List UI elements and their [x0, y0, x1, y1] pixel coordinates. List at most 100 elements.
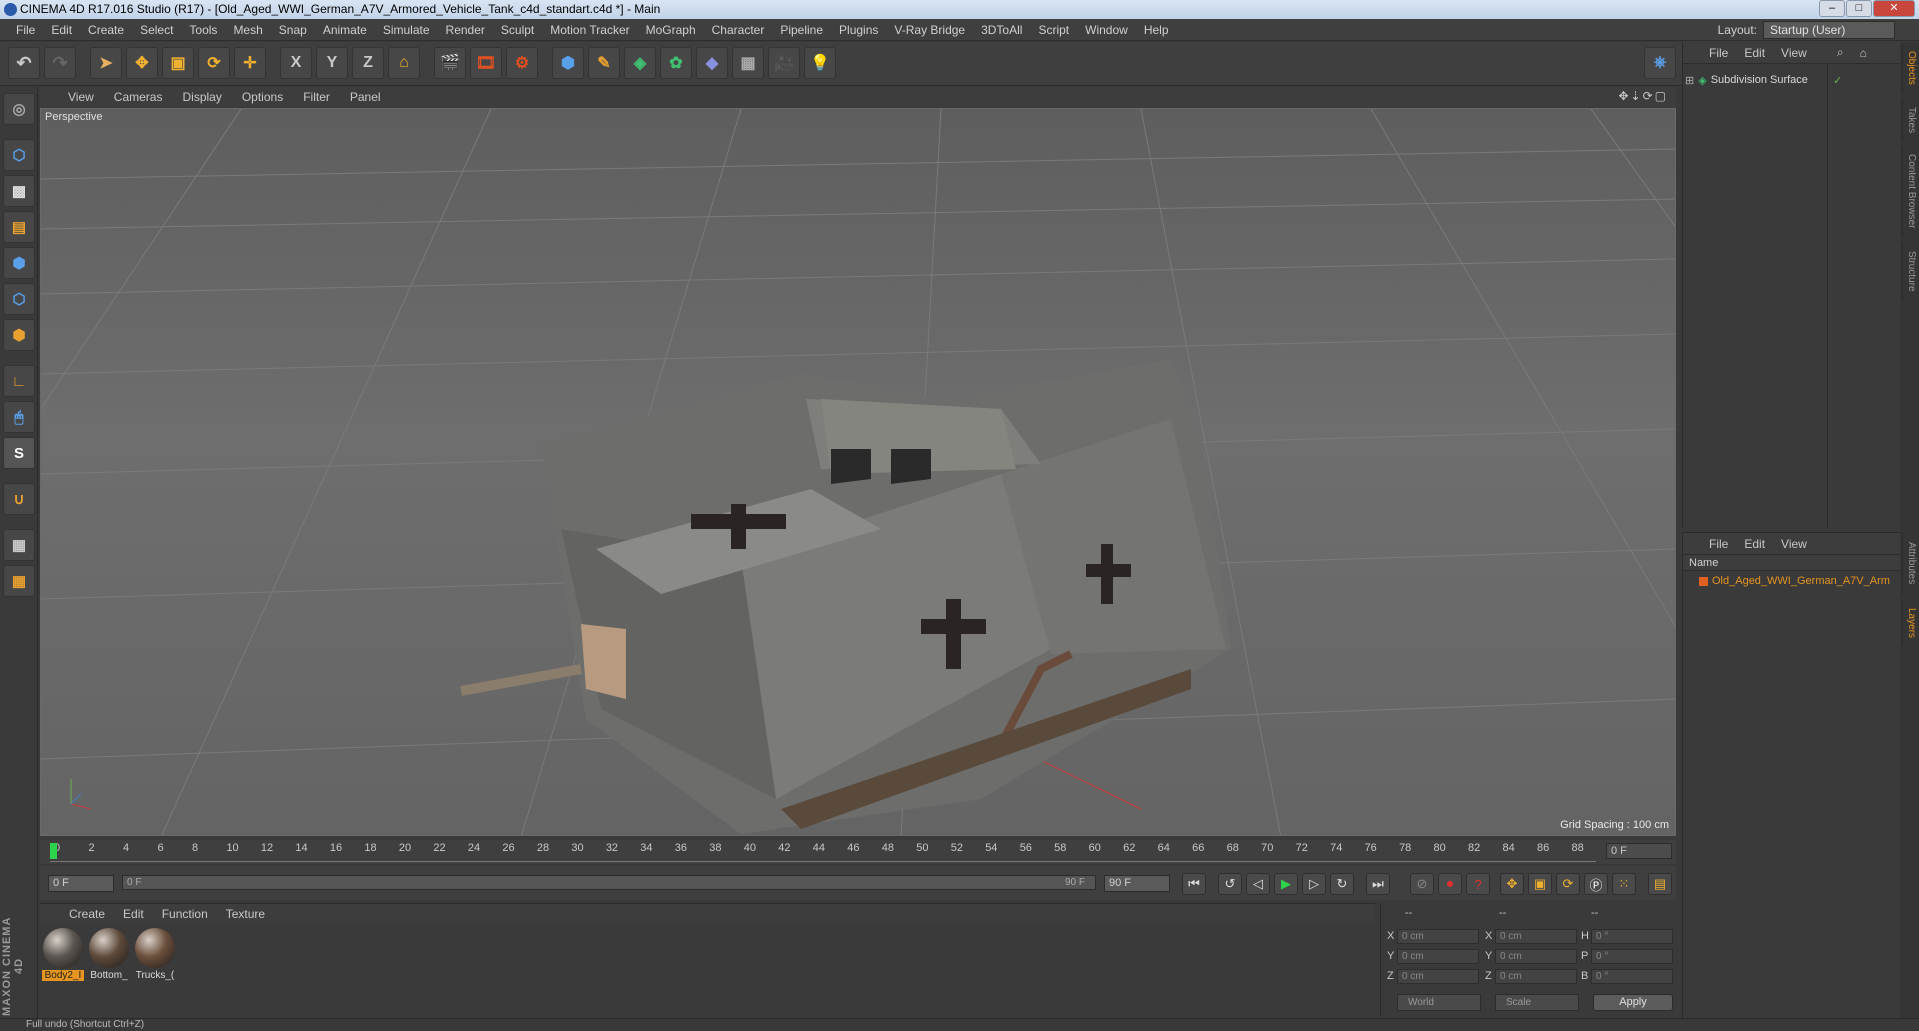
- menu-simulate[interactable]: Simulate: [375, 23, 438, 37]
- coordinate-space-dropdown[interactable]: World: [1397, 994, 1481, 1011]
- tab-layers[interactable]: Layers: [1902, 600, 1917, 646]
- viewport-menu-filter[interactable]: Filter: [293, 90, 340, 104]
- tab-content-browser[interactable]: Content Browser: [1902, 146, 1917, 236]
- material-menu-function[interactable]: Function: [153, 907, 217, 921]
- previous-frame-icon[interactable]: ◁: [1246, 873, 1270, 895]
- rotate-icon[interactable]: ⟳: [198, 47, 230, 79]
- menu-edit[interactable]: Edit: [43, 23, 80, 37]
- start-frame-field[interactable]: 0 F: [48, 875, 114, 892]
- visibility-check-icon[interactable]: ✓: [1833, 74, 1842, 87]
- scale-icon[interactable]: ▣: [162, 47, 194, 79]
- key-position-icon[interactable]: ✥: [1500, 873, 1524, 895]
- timeline-window-icon[interactable]: ▤: [1648, 873, 1672, 895]
- record-active-icon[interactable]: ⏺: [1438, 873, 1462, 895]
- make-editable-icon[interactable]: ◎: [3, 93, 35, 125]
- layout-dropdown[interactable]: Startup (User): [1763, 21, 1895, 39]
- camera-icon[interactable]: 🎥: [768, 47, 800, 79]
- material-swatch[interactable]: Body2_I: [42, 928, 84, 988]
- python-icon[interactable]: ⎈: [1644, 47, 1676, 79]
- size-y-field[interactable]: 0 cm: [1495, 949, 1577, 964]
- menu-3dtoall[interactable]: 3DToAll: [973, 23, 1030, 37]
- tab-attributes[interactable]: Attributes: [1902, 532, 1917, 594]
- layer-menu-file[interactable]: File: [1701, 537, 1736, 551]
- menu-window[interactable]: Window: [1077, 23, 1136, 37]
- timeline-ruler[interactable]: 0 2 4 6 8 10 12 14 16 18 20 22 24 26 28 30 32 34 36 38 40 42 4…: [40, 840, 1676, 864]
- size-mode-dropdown[interactable]: Scale: [1495, 994, 1579, 1011]
- next-key-icon[interactable]: ↻: [1330, 873, 1354, 895]
- tab-objects[interactable]: Objects: [1902, 44, 1917, 92]
- polygons-mode-icon[interactable]: ⬢: [3, 319, 35, 351]
- floor-scene-icon[interactable]: ▦: [732, 47, 764, 79]
- menu-create[interactable]: Create: [80, 23, 132, 37]
- rotation-p-field[interactable]: 0 °: [1591, 949, 1673, 964]
- menu-mograph[interactable]: MoGraph: [638, 23, 704, 37]
- texture-mode-icon[interactable]: ▩: [3, 175, 35, 207]
- menu-mesh[interactable]: Mesh: [225, 23, 270, 37]
- cube-primitive-icon[interactable]: ⬢: [552, 47, 584, 79]
- model-mode-icon[interactable]: ⬡: [3, 139, 35, 171]
- size-z-field[interactable]: 0 cm: [1495, 969, 1577, 984]
- tab-takes[interactable]: Takes: [1902, 100, 1917, 140]
- maximize-icon[interactable]: □: [1846, 0, 1872, 17]
- points-mode-icon[interactable]: ⬢: [3, 247, 35, 279]
- position-z-field[interactable]: 0 cm: [1397, 969, 1479, 984]
- expand-icon[interactable]: ⊞: [1685, 74, 1694, 87]
- layer-menu-view[interactable]: View: [1773, 537, 1815, 551]
- timeline-current-frame[interactable]: 0 F: [1606, 843, 1672, 859]
- viewport-menu-view[interactable]: View: [58, 90, 104, 104]
- viewport-menu-cameras[interactable]: Cameras: [104, 90, 173, 104]
- menu-sculpt[interactable]: Sculpt: [493, 23, 542, 37]
- edges-mode-icon[interactable]: ⬡: [3, 283, 35, 315]
- magnet-icon[interactable]: ∪: [3, 483, 35, 515]
- previous-key-icon[interactable]: ↺: [1218, 873, 1242, 895]
- spline-pen-icon[interactable]: ✎: [588, 47, 620, 79]
- position-y-field[interactable]: 0 cm: [1397, 949, 1479, 964]
- viewport-menu-options[interactable]: Options: [232, 90, 293, 104]
- object-name[interactable]: Subdivision Surface: [1711, 74, 1808, 86]
- select-arrow-icon[interactable]: ➤: [90, 47, 122, 79]
- material-swatch[interactable]: Bottom_: [88, 928, 130, 988]
- menu-character[interactable]: Character: [704, 23, 773, 37]
- menu-vray-bridge[interactable]: V-Ray Bridge: [886, 23, 973, 37]
- object-menu-edit[interactable]: Edit: [1736, 46, 1773, 60]
- material-menu-create[interactable]: Create: [60, 907, 114, 921]
- y-axis-lock-icon[interactable]: Y: [316, 47, 348, 79]
- end-frame-field[interactable]: 90 F: [1104, 875, 1170, 892]
- preview-range-slider[interactable]: 0 F 90 F: [122, 875, 1096, 890]
- viewport-navigation-icons[interactable]: ✥⇣⟳▢: [1618, 89, 1668, 103]
- x-axis-lock-icon[interactable]: X: [280, 47, 312, 79]
- menu-tools[interactable]: Tools: [181, 23, 225, 37]
- object-menu-file[interactable]: File: [1701, 46, 1736, 60]
- menu-render[interactable]: Render: [438, 23, 493, 37]
- subdivision-surface-icon[interactable]: ◈: [624, 47, 656, 79]
- apply-button[interactable]: Apply: [1593, 994, 1673, 1011]
- viewport-menu-panel[interactable]: Panel: [340, 90, 391, 104]
- material-menu-edit[interactable]: Edit: [114, 907, 153, 921]
- axis-mode-icon[interactable]: ∟: [3, 365, 35, 397]
- menu-motion-tracker[interactable]: Motion Tracker: [542, 23, 637, 37]
- close-icon[interactable]: ✕: [1873, 0, 1915, 17]
- menu-file[interactable]: File: [8, 23, 43, 37]
- menu-animate[interactable]: Animate: [315, 23, 375, 37]
- render-settings-icon[interactable]: ⚙: [506, 47, 538, 79]
- position-x-field[interactable]: 0 cm: [1397, 929, 1479, 944]
- menu-help[interactable]: Help: [1136, 23, 1177, 37]
- undo-icon[interactable]: ↶: [8, 47, 40, 79]
- record-keys-disabled-icon[interactable]: ⊘: [1410, 873, 1434, 895]
- minimize-icon[interactable]: –: [1819, 0, 1845, 17]
- key-pla-icon[interactable]: ⁙: [1612, 873, 1636, 895]
- tweak-mode-icon[interactable]: 🖱: [3, 401, 35, 433]
- play-icon[interactable]: ▶: [1274, 873, 1298, 895]
- grid-snap-icon[interactable]: ▦: [3, 565, 35, 597]
- layer-name[interactable]: Old_Aged_WWI_German_A7V_Arm: [1712, 575, 1890, 587]
- layer-menu-edit[interactable]: Edit: [1736, 537, 1773, 551]
- perspective-viewport[interactable]: Perspective Grid Spacing : 100 cm: [40, 108, 1676, 836]
- menu-plugins[interactable]: Plugins: [831, 23, 886, 37]
- material-swatch[interactable]: Trucks_(: [134, 928, 176, 988]
- move-icon[interactable]: ✥: [126, 47, 158, 79]
- snap-icon[interactable]: S: [3, 437, 35, 469]
- menu-pipeline[interactable]: Pipeline: [772, 23, 831, 37]
- menu-select[interactable]: Select: [132, 23, 181, 37]
- workplane-mode-icon[interactable]: ▤: [3, 211, 35, 243]
- key-scale-icon[interactable]: ▣: [1528, 873, 1552, 895]
